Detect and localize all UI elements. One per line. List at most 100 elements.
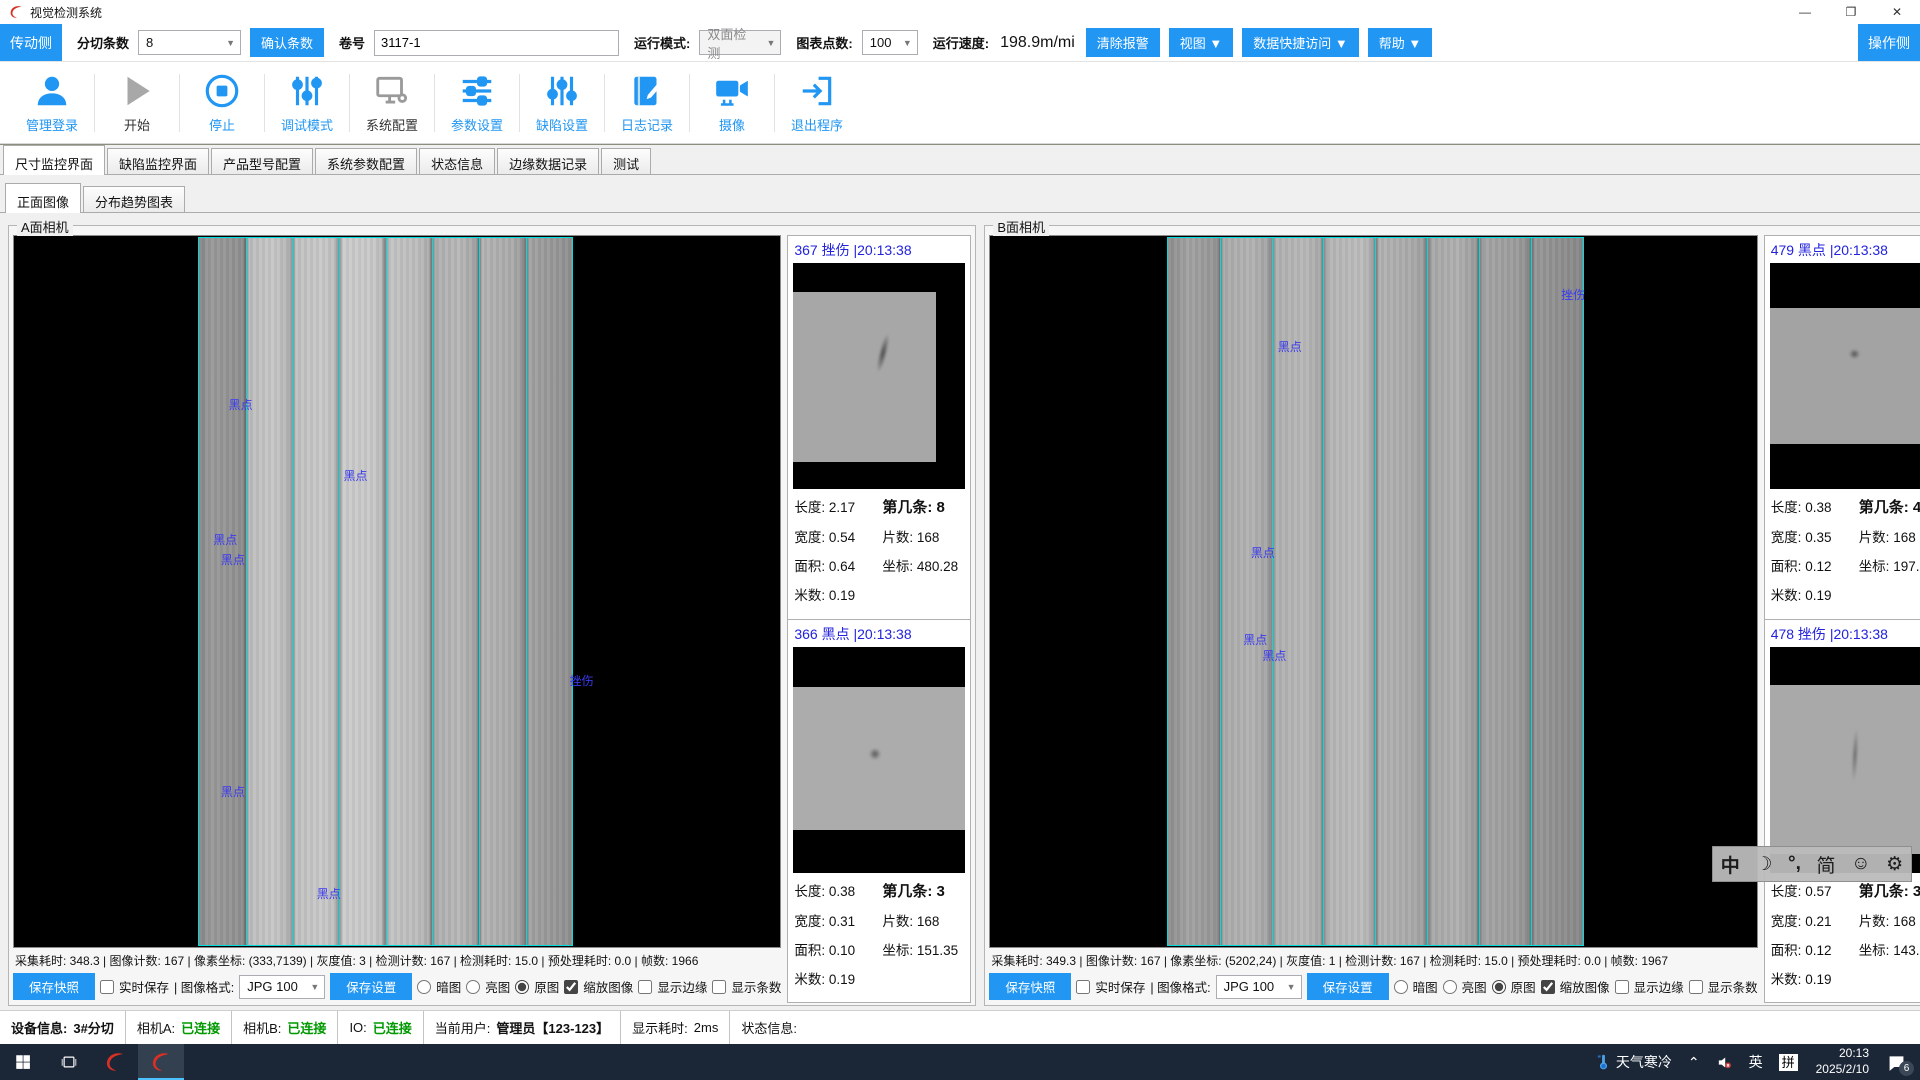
parameter-settings-button[interactable]: 参数设置 [435, 72, 519, 134]
clock-time: 20:13 [1839, 1046, 1869, 1062]
image-format-label: | 图像格式: [1150, 977, 1210, 996]
tab-status-info[interactable]: 状态信息 [419, 148, 495, 174]
original-image-radio[interactable] [515, 980, 529, 994]
log-book-icon [628, 72, 666, 110]
defect-card[interactable]: 367 挫伤 |20:13:38 长度: 2.17 第几条: 8 宽度: 0.5… [788, 236, 970, 619]
chart-points-select[interactable]: 100▼ [862, 30, 918, 55]
image-format-select[interactable]: JPG 100▼ [1216, 975, 1302, 999]
data-quick-access-menu-button[interactable]: 数据快捷访问 ▼ [1242, 28, 1358, 57]
video-camera-icon [713, 72, 751, 110]
defect-coord: 151.35 [917, 943, 958, 958]
show-strips-label: 显示条数 [731, 977, 781, 996]
pinned-app-button[interactable] [92, 1044, 138, 1080]
tab-system-param-config[interactable]: 系统参数配置 [315, 148, 417, 174]
bright-image-radio[interactable] [1443, 980, 1457, 994]
hidden-icons-chevron[interactable]: ⌃ [1680, 1044, 1708, 1080]
run-mode-select[interactable]: 双面检测▼ [699, 30, 781, 55]
task-view-button[interactable] [46, 1044, 92, 1080]
defect-marker-label: 挫伤 [570, 672, 594, 689]
show-strips-checkbox[interactable] [1689, 980, 1703, 994]
clock[interactable]: 20:13 2025/2/10 [1806, 1046, 1879, 1077]
window-title: 视觉检测系统 [30, 4, 102, 21]
realtime-save-checkbox[interactable] [1076, 980, 1090, 994]
volume-muted-button[interactable] [1708, 1044, 1741, 1080]
help-menu-button[interactable]: 帮助 ▼ [1368, 28, 1432, 57]
clear-alarm-button[interactable]: 清除报警 [1086, 28, 1160, 57]
show-strips-checkbox[interactable] [712, 980, 726, 994]
save-snapshot-button[interactable]: 保存快照 [13, 973, 95, 1000]
roll-number-input[interactable] [374, 30, 619, 56]
confirm-count-button[interactable]: 确认条数 [250, 28, 324, 57]
defect-card-header: 367 挫伤 |20:13:38 [793, 238, 965, 263]
save-settings-button[interactable]: 保存设置 [1307, 973, 1389, 1000]
defect-card[interactable]: 479 黑点 |20:13:38 长度: 0.38 第几条: 4 宽度: 0.3… [1765, 236, 1920, 619]
debug-mode-button[interactable]: 调试模式 [265, 72, 349, 134]
ime-mode-button[interactable]: 中 [1721, 851, 1740, 878]
dark-image-radio[interactable] [1394, 980, 1408, 994]
save-settings-button[interactable]: 保存设置 [330, 973, 412, 1000]
tab-defect-monitor[interactable]: 缺陷监控界面 [107, 148, 209, 174]
defect-snapshot-image [793, 647, 965, 873]
save-snapshot-button[interactable]: 保存快照 [989, 973, 1071, 1000]
exit-program-button[interactable]: 退出程序 [775, 72, 859, 134]
notification-center-button[interactable]: 6 [1879, 1044, 1920, 1080]
bright-image-radio[interactable] [466, 980, 480, 994]
ime-moon-icon[interactable]: ☽ [1755, 853, 1772, 876]
zoom-image-checkbox[interactable] [564, 980, 578, 994]
exit-icon [798, 72, 836, 110]
tab-product-model-config[interactable]: 产品型号配置 [211, 148, 313, 174]
realtime-save-checkbox[interactable] [100, 980, 114, 994]
start-button[interactable]: 开始 [95, 72, 179, 134]
sliders-horizontal-icon [458, 72, 496, 110]
original-image-radio[interactable] [1492, 980, 1506, 994]
slice-count-select[interactable]: 8▼ [138, 30, 241, 55]
start-button[interactable] [0, 1044, 46, 1080]
tab-size-monitor[interactable]: 尺寸监控界面 [3, 145, 105, 175]
device-info-value: 3#分切 [73, 1018, 113, 1037]
show-edge-label: 显示边缘 [1634, 977, 1684, 996]
defect-settings-button[interactable]: 缺陷设置 [520, 72, 604, 134]
chevron-down-icon: ▼ [903, 38, 912, 48]
defect-marker-label: 黑点 [1251, 544, 1275, 561]
image-format-select[interactable]: JPG 100▼ [239, 975, 325, 999]
operator-side-tag: 操作侧 [1858, 24, 1920, 61]
camera-a-strip-region [198, 237, 574, 946]
show-edge-checkbox[interactable] [638, 980, 652, 994]
weather-text: 天气寒冷 [1616, 1052, 1672, 1072]
view-menu-button[interactable]: 视图 ▼ [1169, 28, 1233, 57]
minimize-button[interactable]: — [1782, 0, 1828, 24]
subtab-front-image[interactable]: 正面图像 [5, 183, 81, 213]
log-record-button[interactable]: 日志记录 [605, 72, 689, 134]
language-indicator[interactable]: 英 [1741, 1044, 1771, 1080]
zoom-image-checkbox[interactable] [1541, 980, 1555, 994]
camera-b-live-image[interactable]: 挫伤 黑点 黑点 黑点 黑点 [989, 235, 1757, 948]
dark-image-radio[interactable] [417, 980, 431, 994]
weather-widget[interactable]: 天气寒冷 [1587, 1044, 1680, 1080]
subtab-distribution-chart[interactable]: 分布趋势图表 [83, 186, 185, 212]
ime-indicator[interactable]: 拼 [1771, 1044, 1806, 1080]
defect-width: 0.54 [829, 530, 855, 545]
top-toolbar: 传动侧 分切条数 8▼ 确认条数 卷号 运行模式: 双面检测▼ 图表点数: 10… [0, 24, 1920, 62]
chevron-down-icon: ▼ [226, 38, 235, 48]
ime-settings-gear-icon[interactable]: ⚙ [1886, 853, 1903, 876]
defect-pieces: 168 [1893, 914, 1916, 929]
defect-card[interactable]: 366 黑点 |20:13:38 长度: 0.38 第几条: 3 宽度: 0.3… [788, 619, 970, 1003]
running-app-button[interactable] [138, 1044, 184, 1080]
camera-a-live-image[interactable]: 黑点 黑点 黑点 黑点 挫伤 黑点 黑点 [13, 235, 781, 948]
current-user-label: 当前用户: [435, 1018, 491, 1037]
tab-edge-data-record[interactable]: 边缘数据记录 [497, 148, 599, 174]
maximize-button[interactable]: ❐ [1828, 0, 1874, 24]
close-button[interactable]: ✕ [1874, 0, 1920, 24]
camera-capture-button[interactable]: 摄像 [690, 72, 774, 134]
show-edge-checkbox[interactable] [1615, 980, 1629, 994]
defect-card[interactable]: 478 挫伤 |20:13:38 长度: 0.57 第几条: 3 宽度: 0.2… [1765, 619, 1920, 1003]
stop-button[interactable]: 停止 [180, 72, 264, 134]
camera-b-defect-sidebar: 479 黑点 |20:13:38 长度: 0.38 第几条: 4 宽度: 0.3… [1764, 235, 1920, 1003]
ime-punctuation-button[interactable]: °, [1788, 853, 1801, 875]
ime-simplified-button[interactable]: 简 [1817, 851, 1836, 878]
tab-test[interactable]: 测试 [601, 148, 651, 174]
admin-login-button[interactable]: 管理登录 [10, 72, 94, 134]
ime-emoji-button[interactable]: ☺ [1851, 853, 1870, 875]
system-config-button[interactable]: 系统配置 [350, 72, 434, 134]
status-info-label: 状态信息: [741, 1018, 797, 1037]
